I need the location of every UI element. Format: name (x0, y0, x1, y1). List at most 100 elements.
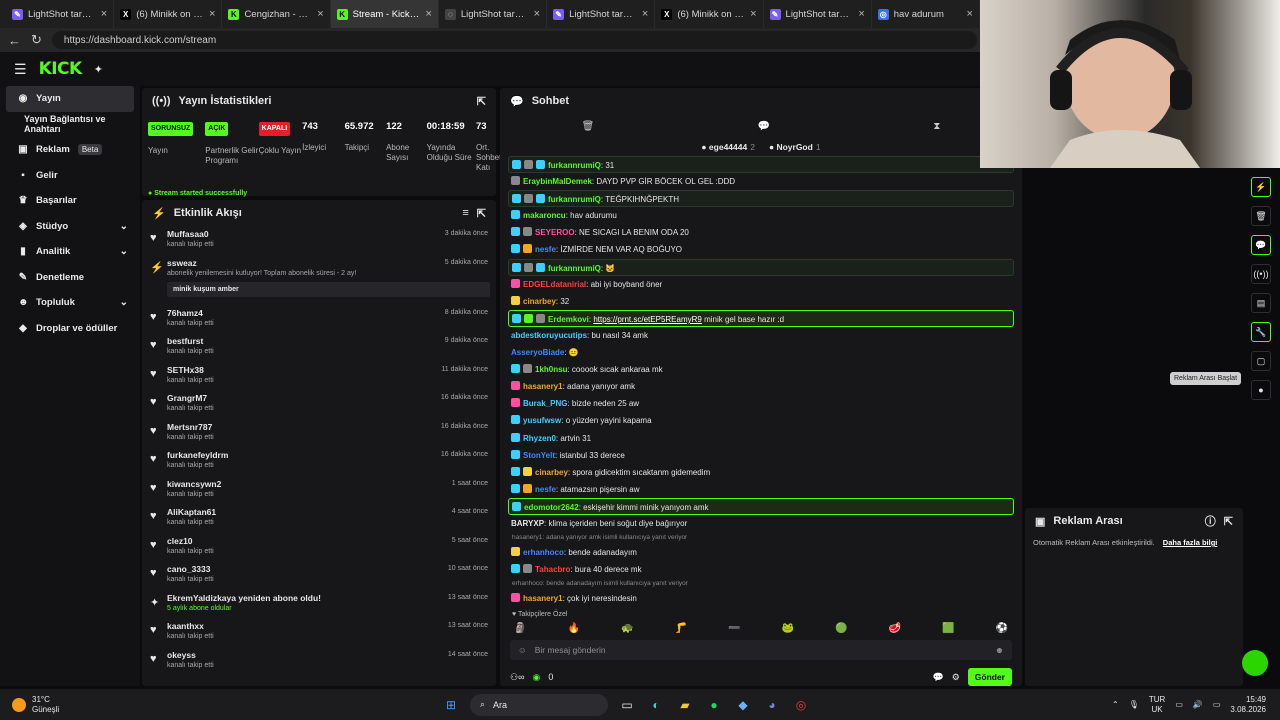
task-view-icon[interactable]: ▭ (616, 694, 638, 716)
chat-username[interactable]: StonYelt (523, 451, 555, 460)
info-icon[interactable]: ⓘ (1205, 513, 1216, 529)
start-icon[interactable]: ⊞ (440, 694, 462, 716)
lang-2[interactable]: UK (1149, 705, 1165, 715)
chat-username[interactable]: nesfe (535, 485, 556, 494)
chat-message[interactable]: yusufwsw: o yüzden yayini kapama (508, 412, 1014, 429)
browser-tab[interactable]: ✎ LightShot tarafından × (6, 0, 115, 28)
browser-tab[interactable]: K Stream - Kick Dashb × (330, 0, 439, 28)
status-button[interactable] (1242, 650, 1268, 676)
chat-message[interactable]: cinarbey: 32 (508, 293, 1014, 310)
chat-username[interactable]: nesfe (535, 245, 556, 254)
chat-username[interactable]: EDGELdatanirial (523, 280, 586, 289)
spotify-icon[interactable]: ● (703, 694, 725, 716)
back-icon[interactable]: ← (8, 33, 21, 48)
clock-date[interactable]: 3.08.2026 (1230, 705, 1266, 715)
pinned-gifter[interactable]: ● ege44444 2 (701, 142, 755, 152)
sidebar-item[interactable]: ◈ Stüdyo ⌄ (0, 214, 140, 240)
dock-tool-icon[interactable]: 🗑 (1251, 206, 1271, 226)
clock-time[interactable]: 15:49 (1230, 695, 1266, 705)
bubble-icon[interactable]: 💬 (758, 121, 770, 132)
lang-1[interactable]: TUR (1149, 695, 1165, 705)
sidebar-item[interactable]: ◉ Yayın (6, 86, 134, 112)
pin-icon[interactable]: ✦ (94, 63, 103, 76)
chat-message[interactable]: makaroncu: hav adurumu (508, 207, 1014, 224)
chat-username[interactable]: yusufwsw (523, 416, 561, 425)
chat-username[interactable]: cinarbey (535, 468, 568, 477)
chat-username[interactable]: cinarbey (523, 297, 556, 306)
chat-message[interactable]: AsseryoBiade: 😐 (508, 344, 1014, 361)
chat-username[interactable]: Tahacbro (535, 565, 570, 574)
chat-username[interactable]: abdestkoruyucutips (511, 331, 587, 340)
popout-icon[interactable]: ⇱ (477, 207, 486, 220)
chat-username[interactable]: hasanery1 (523, 594, 563, 603)
chat-message[interactable]: BARYXP: klima içeriden beni soğut diye b… (508, 515, 1014, 532)
browser-tab[interactable]: ◎ hav adurum × (872, 0, 980, 28)
emote-icon[interactable]: 🦵 (675, 623, 687, 634)
chrome-icon[interactable]: ◎ (790, 694, 812, 716)
kick-logo[interactable]: KICK (39, 59, 83, 79)
chat-message[interactable]: abdestkoruyucutips: bu nasıl 34 amk (508, 327, 1014, 344)
sidebar-item[interactable]: ☻ Topluluk ⌄ (0, 290, 140, 316)
dock-tool-icon[interactable]: ⚡ (1251, 177, 1271, 197)
emoji-icon[interactable]: ☻ (995, 645, 1004, 655)
chat-username[interactable]: hasanery1 (523, 382, 563, 391)
chat-message[interactable]: hasanery1: adana yanıyor amk (508, 378, 1014, 395)
taskbar-search[interactable]: ⌕ Ara (470, 693, 608, 716)
emote-icon[interactable]: 🔥 (568, 623, 580, 634)
chat-username[interactable]: 1kh0nsu (535, 365, 567, 374)
emote-icon[interactable]: ➖ (728, 623, 740, 634)
chat-message[interactable]: cinarbey: spora gidicektim sıcaktanm gid… (508, 464, 1014, 481)
tab-close-icon[interactable]: × (642, 8, 648, 20)
chat-message[interactable]: furkannrumiQ: 🐱 (508, 258, 1014, 276)
send-button[interactable]: Gönder (967, 668, 1012, 687)
chat-message[interactable]: StonYelt: istanbul 33 derece (508, 447, 1014, 464)
chat-message[interactable]: Tahacbro: bura 40 derece mk (508, 561, 1014, 578)
tab-close-icon[interactable]: × (317, 8, 323, 20)
browser-tab[interactable]: ✎ LightShot tarafından × (547, 0, 656, 28)
browser-tab[interactable]: X (6) Minikk on X: "NE × (114, 0, 223, 28)
chat-message[interactable]: furkannrumiQ: TEĞPKIHNĞPEKTH (508, 190, 1014, 208)
sidebar-item[interactable]: ♛ Başarılar (0, 188, 140, 214)
volume-icon[interactable]: 🔊 (1193, 700, 1203, 709)
dock-tool-icon[interactable]: 🔧 (1251, 322, 1271, 342)
sidebar-item[interactable]: Yayın Bağlantısı ve Anahtarı (0, 112, 140, 138)
chat-username[interactable]: SEYEROO (535, 228, 575, 237)
emote-icon[interactable]: 🥩 (889, 623, 901, 634)
chevron-down-icon[interactable]: ⌄ (120, 221, 128, 232)
chat-message[interactable]: hasanery1: çok iyi neresindesin (508, 590, 1014, 607)
sidebar-item[interactable]: ✎ Denetleme (0, 265, 140, 291)
dock-tool-icon[interactable]: ((•)) (1251, 264, 1271, 284)
tab-close-icon[interactable]: × (967, 8, 973, 20)
browser-tab[interactable]: ✎ LightShot tarafından × (764, 0, 872, 28)
chevron-down-icon[interactable]: ⌄ (120, 246, 128, 257)
popout-icon[interactable]: ⇱ (477, 95, 486, 108)
settings-link-icon[interactable]: ⚇∞ (510, 672, 524, 683)
sidebar-item[interactable]: ▪ Gelir (0, 163, 140, 189)
dock-tool-icon[interactable]: ▢ (1251, 351, 1271, 371)
chat-username[interactable]: Rhyzen0 (523, 434, 556, 443)
battery-icon[interactable]: ▭ (1213, 700, 1221, 709)
emote-icon[interactable]: 🐸 (782, 623, 794, 634)
sidebar-item[interactable]: ▣ Reklam Beta (0, 137, 140, 163)
chat-username[interactable]: furkannrumiQ (548, 195, 601, 204)
tab-close-icon[interactable]: × (750, 8, 756, 20)
chat-username[interactable]: Erdemkovi (548, 315, 589, 324)
chat-input[interactable]: ☺ Bir mesaj gönderin ☻ (510, 640, 1012, 661)
chat-message[interactable]: furkannrumiQ: 31 (508, 156, 1014, 174)
menu-icon[interactable]: ☰ (14, 61, 27, 78)
pinned-gifter[interactable]: ● NoyrGod 1 (769, 142, 821, 152)
chat-username[interactable]: furkannrumiQ (548, 264, 601, 273)
emote-icon[interactable]: 🐢 (621, 623, 633, 634)
sidebar-item[interactable]: ◆ Droplar ve ödüller (0, 316, 140, 342)
chat-username[interactable]: Burak_PNG (523, 399, 567, 408)
network-icon[interactable]: ▭ (1175, 700, 1183, 709)
app-icon[interactable]: ◆ (732, 694, 754, 716)
file-explorer-icon[interactable]: ▰ (674, 694, 696, 716)
dock-tool-icon[interactable]: ● (1251, 380, 1271, 400)
tab-close-icon[interactable]: × (209, 8, 215, 20)
tray-chevron-icon[interactable]: ⌃ (1112, 700, 1119, 709)
ad-break-link[interactable]: Daha fazla bilgi (1163, 538, 1218, 547)
chat-message[interactable]: nesfe: atamazsın pişersin aw (508, 481, 1014, 498)
url-field[interactable]: https://dashboard.kick.com/stream (51, 31, 977, 49)
chat-message[interactable]: Burak_PNG: bizde neden 25 aw (508, 395, 1014, 412)
